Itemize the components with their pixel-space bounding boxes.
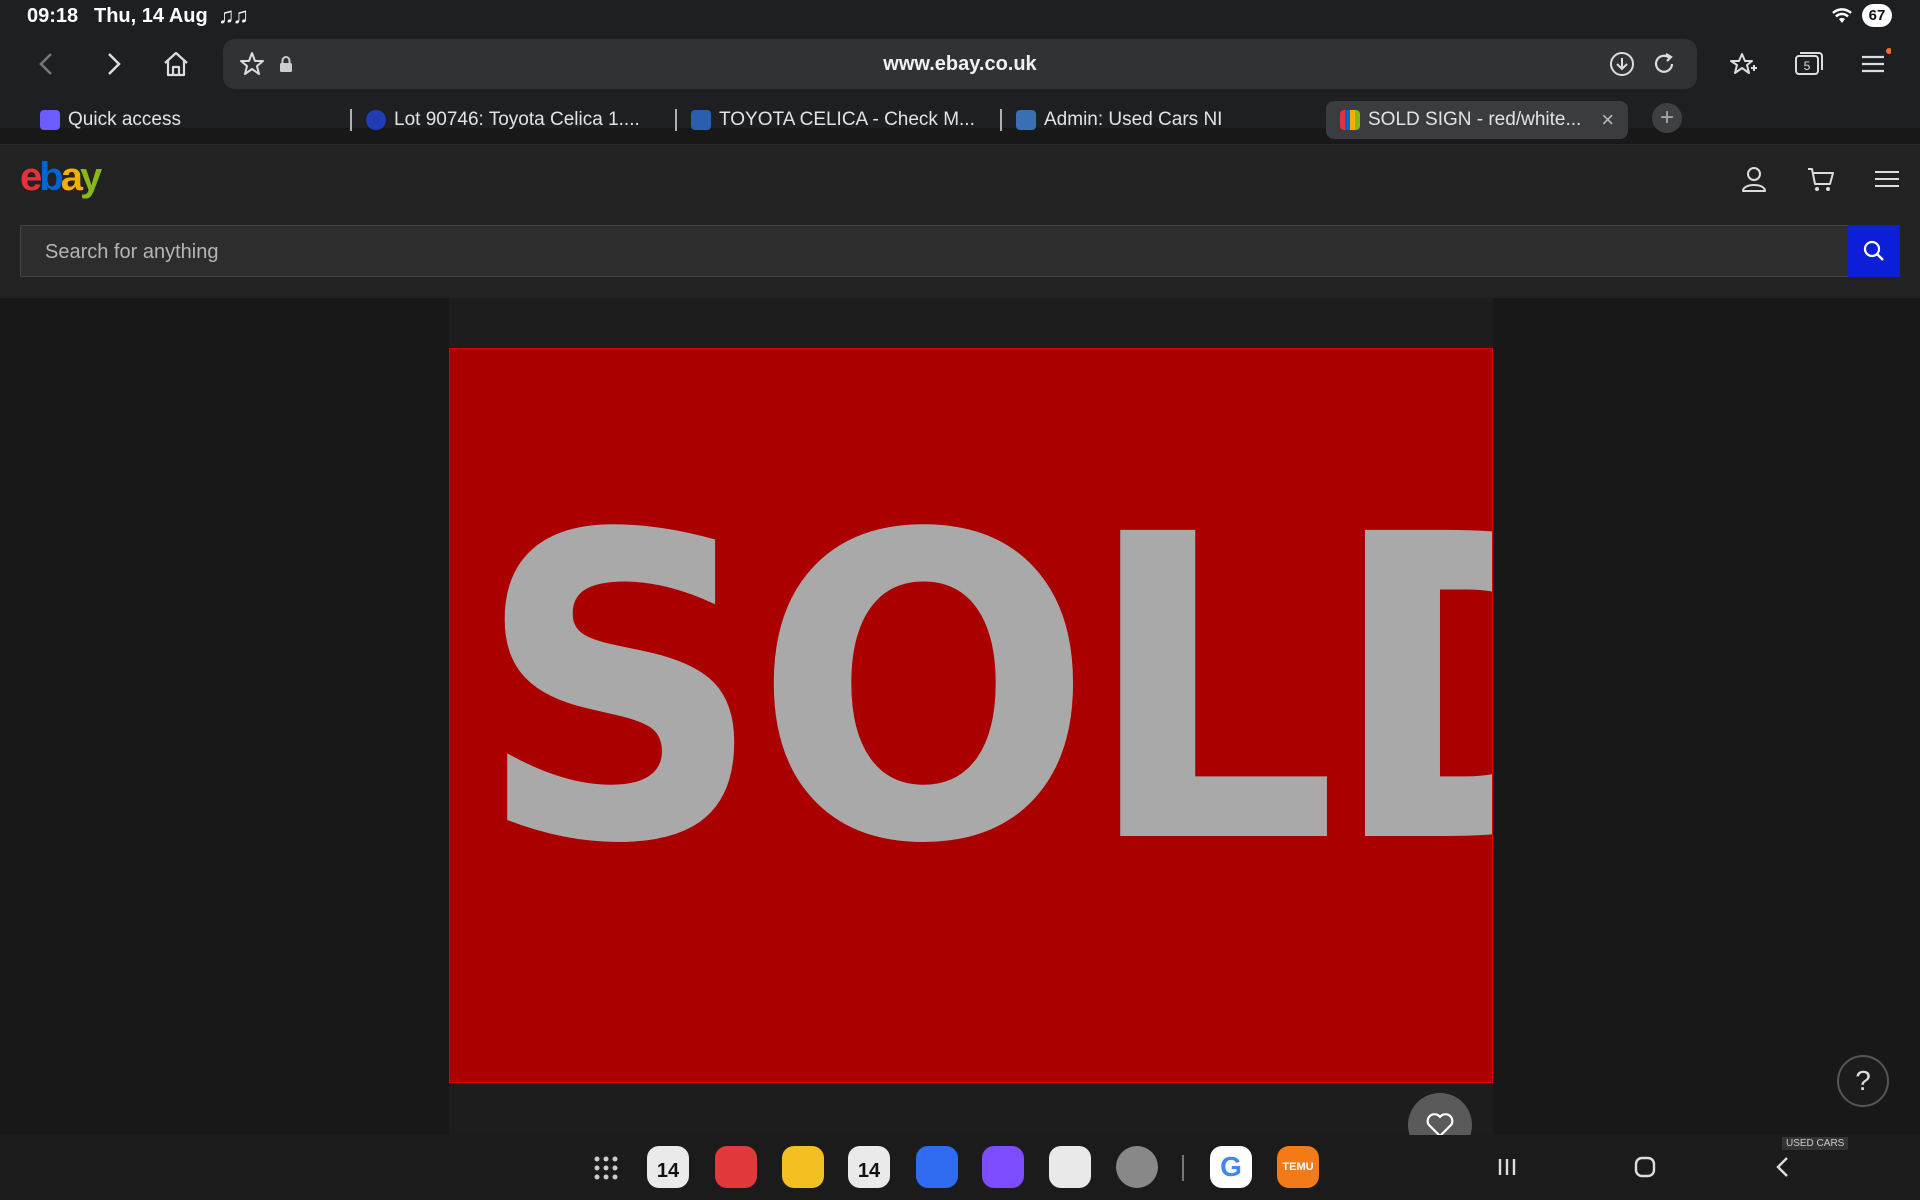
address-bar[interactable]: www.ebay.co.uk — [223, 39, 1697, 89]
chevron-right-icon — [108, 53, 121, 75]
tab-count: 5 — [1804, 59, 1811, 73]
status-bar: 09:18 Thu, 14 Aug ♫♫ 67 — [0, 0, 1920, 32]
tab-label: Lot 90746: Toyota Celica 1.... — [394, 109, 640, 130]
forward-button[interactable] — [95, 46, 131, 82]
listing-image[interactable]: SOLD — [449, 348, 1493, 1083]
tab-toyota-check[interactable]: TOYOTA CELICA - Check M... — [691, 101, 975, 139]
tab-label: Quick access — [68, 109, 181, 130]
app-drawer-icon[interactable] — [591, 1153, 621, 1183]
sign-text: SOLD — [476, 447, 1492, 936]
tab-admin-used-cars[interactable]: Admin: Used Cars NI — [1016, 101, 1222, 139]
tab-sold-sign[interactable]: SOLD SIGN - red/white... × — [1326, 101, 1629, 139]
camera-app-icon[interactable] — [1049, 1146, 1091, 1188]
chevron-left-icon — [39, 53, 52, 75]
settings-app-icon[interactable] — [1116, 1146, 1158, 1188]
notification-icons: ♫♫ — [218, 3, 249, 28]
back-nav-icon[interactable] — [1768, 1152, 1798, 1182]
temu-app-icon[interactable]: TEMU — [1277, 1146, 1319, 1188]
ebay-logo[interactable]: ebay — [20, 155, 102, 200]
hamburger-menu-icon[interactable] — [1871, 163, 1903, 195]
tabs-button[interactable]: 5 — [1790, 46, 1826, 82]
search-icon — [1863, 240, 1884, 261]
calendar-app-icon[interactable]: 14 — [647, 1146, 689, 1188]
hamburger-menu-icon — [1862, 48, 1892, 73]
search-placeholder: Search for anything — [45, 241, 219, 263]
logo-letter: e — [20, 155, 42, 199]
notes-app-icon[interactable] — [715, 1146, 757, 1188]
back-button[interactable] — [29, 46, 65, 82]
tabs-icon: 5 — [1795, 52, 1823, 75]
listing-main: SOLD ? — [0, 298, 1920, 1157]
calendar-app-icon-2[interactable]: 14 — [848, 1146, 890, 1188]
used-cars-badge: USED CARS — [1782, 1137, 1849, 1150]
logo-letter: b — [39, 155, 64, 199]
cart-icon[interactable] — [1805, 163, 1837, 195]
bookmarks-button[interactable] — [1726, 46, 1762, 82]
tab-separator — [1000, 109, 1002, 131]
recents-icon[interactable] — [1492, 1152, 1522, 1182]
help-button[interactable]: ? — [1837, 1055, 1889, 1107]
home-icon — [164, 51, 188, 77]
logo-letter: a — [60, 155, 83, 199]
tab-label: SOLD SIGN - red/white... — [1368, 109, 1582, 130]
browser-app-icon[interactable] — [982, 1146, 1024, 1188]
tab-label: TOYOTA CELICA - Check M... — [719, 109, 975, 130]
close-tab-icon[interactable]: × — [1601, 107, 1614, 133]
account-icon[interactable] — [1738, 163, 1770, 195]
search-button[interactable] — [1848, 225, 1900, 277]
wifi-icon — [1832, 8, 1852, 23]
dock-separator — [1182, 1155, 1184, 1181]
ebay-favicon-icon — [1340, 110, 1360, 130]
google-app-icon[interactable]: G — [1210, 1146, 1252, 1188]
ebay-header: ebay Search for anything — [0, 144, 1920, 298]
status-date: Thu, 14 Aug — [94, 5, 208, 27]
crown-favicon-icon — [691, 110, 711, 130]
menu-button[interactable] — [1855, 46, 1892, 82]
battery-indicator: 67 — [1862, 4, 1892, 27]
messages-app-icon[interactable] — [916, 1146, 958, 1188]
url-text: www.ebay.co.uk — [883, 53, 1037, 75]
tab-separator — [350, 109, 352, 131]
site-favicon-icon — [366, 110, 386, 130]
tab-quick-access[interactable]: Quick access — [40, 101, 181, 139]
admin-favicon-icon — [1016, 110, 1036, 130]
files-app-icon[interactable] — [782, 1146, 824, 1188]
tab-toyota-lot[interactable]: Lot 90746: Toyota Celica 1.... — [366, 101, 640, 139]
home-nav-icon[interactable] — [1630, 1152, 1660, 1182]
logo-letter: y — [79, 155, 102, 199]
tab-label: Admin: Used Cars NI — [1044, 109, 1223, 130]
bookmarks-star-icon — [1730, 53, 1757, 74]
search-input[interactable]: Search for anything — [20, 225, 1850, 277]
home-button[interactable] — [158, 46, 194, 82]
system-dock: 14 14 G TEMU — [0, 1135, 1920, 1200]
reload-icon[interactable] — [1650, 50, 1678, 78]
quick-access-icon — [40, 110, 60, 130]
download-icon[interactable] — [1608, 50, 1636, 78]
tab-separator — [675, 109, 677, 131]
status-time: 09:18 — [27, 5, 79, 27]
new-tab-button[interactable]: + — [1652, 103, 1682, 133]
